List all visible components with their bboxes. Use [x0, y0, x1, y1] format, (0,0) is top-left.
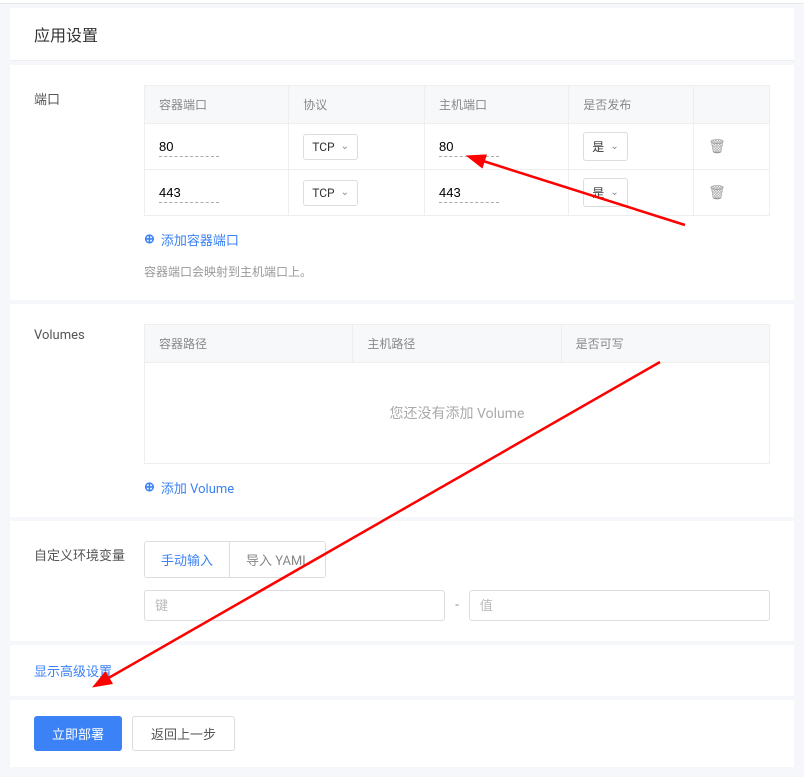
- volumes-card: Volumes 容器路径 主机路径 是否可写 您还没有添加 Volume: [10, 304, 794, 517]
- env-card: 自定义环境变量 手动输入 导入 YAML -: [10, 521, 794, 641]
- volumes-label: Volumes: [34, 324, 144, 343]
- container-port-input[interactable]: [159, 183, 219, 203]
- ports-header-container: 容器端口: [145, 86, 289, 124]
- env-key-input[interactable]: [144, 590, 445, 621]
- protocol-select[interactable]: TCP ⌄: [303, 134, 358, 160]
- ports-card: 端口 容器端口 协议 主机端口 是否发布: [10, 65, 794, 300]
- footer: 立即部署 返回上一步: [10, 700, 794, 767]
- env-value-input[interactable]: [469, 590, 770, 621]
- add-port-button[interactable]: ⊕ 添加容器端口: [144, 230, 239, 249]
- protocol-select[interactable]: TCP ⌄: [303, 180, 358, 206]
- port-row: TCP ⌄ 是 ⌄: [145, 124, 770, 170]
- chevron-down-icon: ⌄: [610, 187, 618, 198]
- trash-icon[interactable]: 🗑: [708, 185, 726, 201]
- publish-select[interactable]: 是 ⌄: [583, 178, 627, 207]
- env-tabs: 手动输入 导入 YAML: [144, 541, 326, 578]
- ports-header-host: 主机端口: [425, 86, 569, 124]
- env-label: 自定义环境变量: [34, 541, 144, 564]
- container-port-input[interactable]: [159, 137, 219, 157]
- publish-select[interactable]: 是 ⌄: [583, 132, 627, 161]
- ports-label: 端口: [34, 85, 144, 108]
- volumes-header-writable: 是否可写: [561, 325, 769, 363]
- tab-manual-input[interactable]: 手动输入: [145, 542, 229, 577]
- show-advanced-link[interactable]: 显示高级设置: [34, 665, 112, 680]
- advanced-row: 显示高级设置: [10, 645, 794, 696]
- dash-separator: -: [455, 598, 459, 613]
- plus-icon: ⊕: [144, 480, 155, 495]
- host-port-input[interactable]: [439, 183, 499, 203]
- chevron-down-icon: ⌄: [341, 141, 349, 152]
- volumes-empty-text: 您还没有添加 Volume: [144, 363, 770, 464]
- ports-header-publish: 是否发布: [569, 86, 694, 124]
- ports-header-protocol: 协议: [289, 86, 425, 124]
- add-volume-button[interactable]: ⊕ 添加 Volume: [144, 478, 234, 497]
- ports-table: 容器端口 协议 主机端口 是否发布: [144, 85, 770, 216]
- trash-icon[interactable]: 🗑: [708, 139, 726, 155]
- tab-import-yaml[interactable]: 导入 YAML: [229, 542, 325, 577]
- chevron-down-icon: ⌄: [610, 141, 618, 152]
- volumes-header-host: 主机路径: [353, 325, 561, 363]
- volumes-table: 容器路径 主机路径 是否可写: [144, 324, 770, 363]
- port-row: TCP ⌄ 是 ⌄: [145, 170, 770, 216]
- back-button[interactable]: 返回上一步: [132, 716, 235, 751]
- section-title: 应用设置: [10, 8, 794, 61]
- host-port-input[interactable]: [439, 137, 499, 157]
- plus-icon: ⊕: [144, 232, 155, 247]
- chevron-down-icon: ⌄: [341, 187, 349, 198]
- ports-hint: 容器端口会映射到主机端口上。: [144, 263, 770, 280]
- deploy-button[interactable]: 立即部署: [34, 716, 122, 751]
- volumes-header-container: 容器路径: [145, 325, 353, 363]
